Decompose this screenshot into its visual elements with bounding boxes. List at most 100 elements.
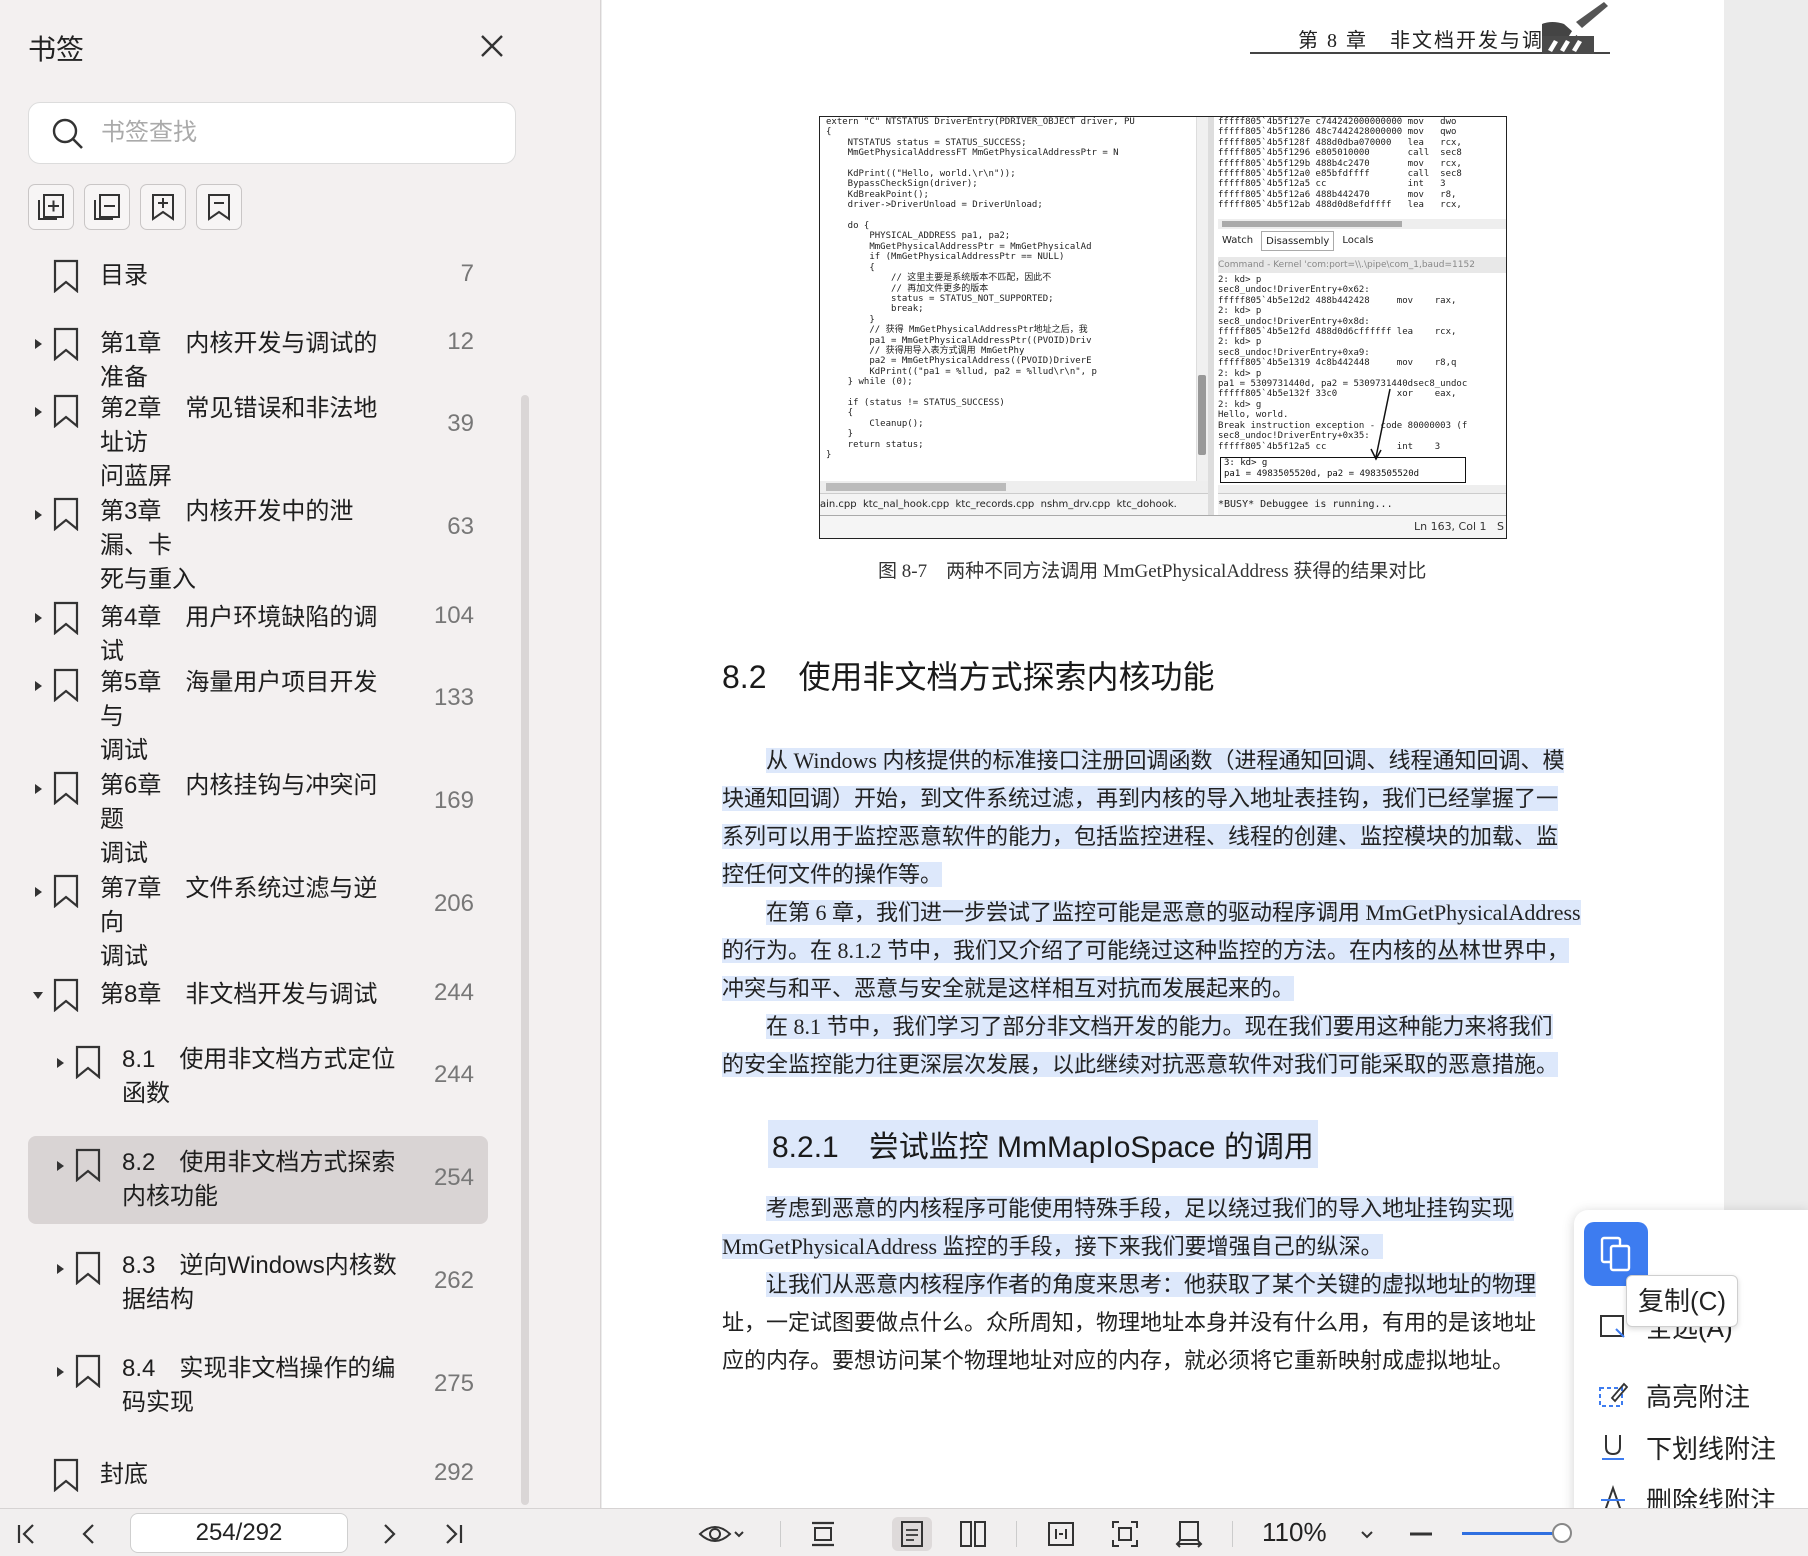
- expand-arrow-icon[interactable]: [54, 1122, 68, 1210]
- expand-arrow-icon[interactable]: [32, 848, 46, 936]
- figure-h-scrollbar: [820, 481, 1208, 493]
- bookmark-icon: [53, 874, 79, 908]
- bookmark-label: 目录: [100, 262, 148, 289]
- eye-icon: [698, 1526, 732, 1542]
- bookmark-item[interactable]: 第8章 非文档开发与调试 244: [28, 965, 488, 1025]
- fit-width-button[interactable]: [1044, 1517, 1078, 1551]
- page-number-field[interactable]: 254/292: [130, 1513, 348, 1553]
- paragraph-line: 在 8.1 节中，我们学习了部分非文档开发的能力。现在我们要用这种能力来将我们: [766, 1014, 1553, 1039]
- sidebar-scrollbar[interactable]: [521, 395, 529, 1505]
- paragraph-line: 考虑到恶意的内核程序可能使用特殊手段，足以绕过我们的导入地址挂钩实现: [766, 1196, 1515, 1221]
- section-heading: 8.2 使用非文档方式探索内核功能: [722, 659, 1215, 695]
- continuous-scroll-icon: [812, 1521, 834, 1547]
- bookmark-page-number: 244: [433, 1061, 474, 1088]
- single-page-button[interactable]: [892, 1517, 932, 1551]
- paragraph-2: 在第 6 章，我们进一步尝试了监控可能是恶意的驱动程序调用 MmGetPhysi…: [722, 894, 1604, 1008]
- fit-page-button[interactable]: [1108, 1517, 1142, 1551]
- expand-all-button[interactable]: [28, 184, 74, 230]
- paragraph-4: 考虑到恶意的内核程序可能使用特殊手段，足以绕过我们的导入地址挂钩实现 MmGetP…: [722, 1190, 1604, 1266]
- prev-page-button[interactable]: [72, 1517, 106, 1551]
- bookmark-item[interactable]: 第5章 海量用户项目开发与 调试 133: [28, 656, 488, 764]
- paragraph-line: MmGetPhysicalAddress 监控的手段，接下来我们要增强自己的纵深…: [722, 1234, 1383, 1259]
- next-page-button[interactable]: [372, 1517, 406, 1551]
- collapse-all-button[interactable]: [84, 184, 130, 230]
- zoom-slider-track[interactable]: [1462, 1532, 1562, 1535]
- bookmark-icon: [53, 497, 79, 531]
- figure-annotation-arrow: [1370, 388, 1391, 461]
- bookmark-label: 第7章 文件系统过滤与逆向 调试: [100, 875, 378, 970]
- bookmark-item[interactable]: 第7章 文件系统过滤与逆向 调试 206: [28, 862, 488, 970]
- fit-page-icon: [1112, 1521, 1138, 1547]
- bookmark-label: 8.1 使用非文档方式定位 函数: [122, 1046, 396, 1107]
- bookmark-page-number: 262: [433, 1267, 474, 1294]
- figure-debugger-tab: Locals: [1342, 235, 1374, 246]
- zoom-out-button[interactable]: [1404, 1517, 1438, 1551]
- rotate-icon: [1175, 1521, 1203, 1548]
- expand-arrow-icon[interactable]: [32, 471, 46, 559]
- toolbar-separator: [780, 1521, 781, 1547]
- remove-bookmark-button[interactable]: [196, 184, 242, 230]
- add-bookmark-button[interactable]: [140, 184, 186, 230]
- continuous-scroll-button[interactable]: [806, 1517, 840, 1551]
- bookmark-item[interactable]: 第4章 用户环境缺陷的调试 104: [28, 588, 488, 665]
- paragraph-line: 系列可以用于监控恶意软件的能力，包括监控进程、线程的创建、监控模块的加载、监: [722, 824, 1559, 849]
- rotate-page-button[interactable]: [1172, 1517, 1206, 1551]
- bookmark-item[interactable]: 目录 7: [28, 246, 488, 306]
- two-page-button[interactable]: [956, 1517, 990, 1551]
- expand-arrow-icon[interactable]: [32, 314, 46, 374]
- toolbar-separator: [1016, 1521, 1017, 1547]
- copy-tooltip: 复制(C): [1626, 1275, 1738, 1327]
- bookmark-page-number: 63: [447, 513, 474, 540]
- last-page-icon: [446, 1524, 463, 1544]
- figure-file-tabs: ain.cpp ktc_nal_hook.cpp ktc_records.cpp…: [820, 493, 1208, 515]
- bookmark-page-number: 275: [433, 1370, 474, 1397]
- first-page-button[interactable]: [10, 1517, 44, 1551]
- highlight-menu-item[interactable]: 高亮附注: [1598, 1375, 1750, 1415]
- view-mode-dropdown[interactable]: [692, 1517, 752, 1551]
- expand-arrow-icon[interactable]: [32, 745, 46, 833]
- bookmark-item[interactable]: 8.3 逆向Windows内核数 据结构 262: [28, 1239, 488, 1327]
- bookmark-item[interactable]: 第1章 内核开发与调试的准备 12: [28, 314, 488, 391]
- underline-icon: [1602, 1435, 1624, 1460]
- last-page-button[interactable]: [436, 1517, 470, 1551]
- zoom-slider-handle[interactable]: [1552, 1523, 1572, 1543]
- zoom-level[interactable]: 110%: [1262, 1517, 1327, 1548]
- expand-arrow-icon[interactable]: [54, 1225, 68, 1313]
- bookmark-item[interactable]: 8.2 使用非文档方式探索 内核功能 254: [28, 1136, 488, 1224]
- bookmark-search-input[interactable]: [101, 113, 501, 153]
- expand-arrow-icon[interactable]: [54, 1019, 68, 1107]
- paragraph-line: 应的内存。要想访问某个物理地址对应的内存，就必须将它重新映射成虚拟地址。: [722, 1348, 1515, 1373]
- figure-caption: 图 8-7 两种不同方法调用 MmGetPhysicalAddress 获得的结…: [878, 561, 1427, 582]
- figure-status-text: Ln 163, Col 1 S: [1413, 520, 1504, 533]
- underline-menu-item[interactable]: 下划线附注: [1598, 1427, 1776, 1467]
- figure-cmd-scrollbar: [1218, 485, 1506, 493]
- expand-arrow-icon[interactable]: [54, 1328, 68, 1416]
- bottom-toolbar: 254/292 110%: [0, 1508, 1808, 1556]
- figure-debugger-tab: Watch: [1222, 235, 1254, 246]
- close-sidebar-button[interactable]: [474, 28, 510, 64]
- paragraph-line: 址，一定试图要做点什么。众所周知，物理地址本身并没有什么用，有用的是该地址: [722, 1310, 1537, 1335]
- expand-arrow-icon[interactable]: [32, 588, 46, 648]
- paragraph-1: 从 Windows 内核提供的标准接口注册回调函数（进程通知回调、线程通知回调、…: [722, 742, 1604, 894]
- figure-code-scroll-thumb: [1198, 375, 1206, 455]
- bookmark-item[interactable]: 第3章 内核开发中的泄漏、卡 死与重入 63: [28, 485, 488, 593]
- bookmark-label: 第5章 海量用户项目开发与 调试: [100, 669, 378, 764]
- bookmark-item[interactable]: 第6章 内核挂钩与冲突问题 调试 169: [28, 759, 488, 867]
- underline-label: 下划线附注: [1646, 1433, 1777, 1464]
- paragraph-3: 在 8.1 节中，我们学习了部分非文档开发的能力。现在我们要用这种能力来将我们的…: [722, 1008, 1604, 1084]
- two-page-icon: [960, 1521, 986, 1547]
- copy-icon: [1600, 1236, 1631, 1272]
- bookmark-item[interactable]: 8.4 实现非文档操作的编 码实现 275: [28, 1342, 488, 1430]
- bookmark-item[interactable]: 第2章 常见错误和非法地址访 问蓝屏 39: [28, 382, 488, 490]
- bookmark-item[interactable]: 8.1 使用非文档方式定位 函数 244: [28, 1033, 488, 1121]
- bookmark-search-box[interactable]: [28, 102, 516, 164]
- bookmark-item[interactable]: 封底 292: [28, 1445, 488, 1505]
- running-head: 第 8 章 非文档开发与调试: [1298, 30, 1566, 52]
- zoom-dropdown-button[interactable]: [1350, 1517, 1384, 1551]
- expand-arrow-icon[interactable]: [32, 642, 46, 730]
- expand-arrow-icon[interactable]: [32, 368, 46, 456]
- bookmark-label: 第8章 非文档开发与调试: [100, 981, 378, 1008]
- bookmark-icon: [53, 394, 79, 428]
- select-all-icon: [1600, 1315, 1625, 1338]
- collapse-arrow-icon[interactable]: [32, 965, 46, 1025]
